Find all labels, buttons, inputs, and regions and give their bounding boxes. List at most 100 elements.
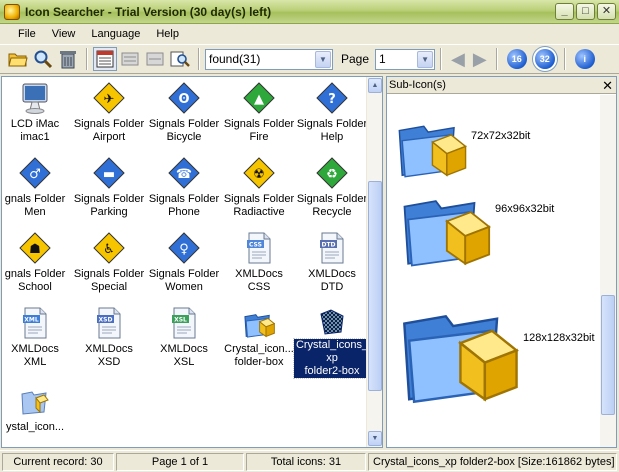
info-button[interactable]: i (574, 49, 595, 69)
sub-icon-label: 128x128x32bit (523, 332, 595, 344)
icon-label: Crystal_icon... folder-box (224, 343, 294, 368)
maximize-button[interactable]: □ (576, 3, 595, 20)
toolbar: found(31) ▼ Page 1 ▼ ◀ ▶ 16 32 i (0, 44, 619, 74)
menu-file[interactable]: File (10, 28, 44, 40)
icon-item[interactable]: ✈ Signals Folder Airport (72, 77, 146, 152)
status-bar: Current record: 30 Page 1 of 1 Total ico… (0, 450, 619, 472)
road-sign-icon: ✈ (92, 81, 126, 115)
svg-text:▬: ▬ (103, 167, 115, 182)
svg-text:♿: ♿ (103, 242, 115, 257)
minimize-button[interactable]: _ (555, 3, 574, 20)
icon-item[interactable]: Crystal_icons_ xp folder2-box (292, 302, 372, 379)
page-select[interactable]: 1 ▼ (375, 48, 436, 70)
list-view-icon (121, 52, 139, 66)
details-view-button[interactable] (143, 47, 167, 71)
sub-icon-scrollbar[interactable] (600, 95, 616, 447)
chevron-down-icon[interactable]: ▼ (315, 50, 331, 68)
grid-view-icon (96, 50, 114, 68)
chevron-down-icon[interactable]: ▼ (417, 50, 434, 68)
icon-label: Signals Folder Fire (223, 118, 295, 143)
icon-item[interactable]: ▬ Signals Folder Parking (72, 152, 146, 227)
sub-icon-96[interactable]: 96x96x32bit (399, 179, 554, 271)
icon-grid-panel[interactable]: LCD iMac imac1 ✈ Signals Folder Airport ʘ Sign… (1, 76, 383, 448)
svg-text:CSS: CSS (249, 242, 262, 249)
close-icon[interactable]: ✕ (602, 79, 613, 92)
icon-item[interactable]: CSS XMLDocs CSS (222, 227, 296, 302)
app-icon (4, 3, 20, 20)
svg-text:ʘ: ʘ (178, 92, 189, 107)
grid-view-button[interactable] (93, 47, 117, 71)
document-icon: CSS (242, 231, 276, 265)
icon-item[interactable]: ʘ Signals Folder Bicycle (147, 77, 221, 152)
status-page-of: Page 1 of 1 (116, 452, 244, 471)
svg-text:♂: ♂ (29, 167, 41, 182)
icon-label: XMLDocs DTD (308, 268, 356, 293)
open-folder-icon (8, 53, 28, 67)
sub-icon-128[interactable]: 128x128x32bit (397, 287, 595, 409)
menu-help[interactable]: Help (148, 28, 187, 40)
icon-item[interactable]: ☎ Signals Folder Phone (147, 152, 221, 227)
icon-label: gnals Folder School (4, 268, 66, 293)
svg-text:?: ? (328, 92, 336, 107)
icon-item[interactable]: ♀ Signals Folder Women (147, 227, 221, 302)
icon-item[interactable]: ▲ Signals Folder Fire (222, 77, 296, 152)
icon-item[interactable]: DTD XMLDocs DTD (295, 227, 369, 302)
icon-item[interactable]: ☗ gnals Folder School (2, 227, 72, 302)
scroll-thumb[interactable] (368, 181, 382, 391)
status-current-record: Current record: 30 (2, 452, 114, 471)
previous-page-arrow-icon[interactable]: ◀ (451, 49, 465, 69)
delete-button[interactable] (56, 47, 80, 71)
folder-box-icon (398, 125, 467, 178)
preview-button[interactable] (168, 47, 192, 71)
list-view-button[interactable] (118, 47, 142, 71)
monitor-icon (18, 81, 52, 115)
icon-item[interactable]: ♻ Signals Folder Recycle (295, 152, 369, 227)
open-folder-button[interactable] (6, 47, 30, 71)
icon-item[interactable]: LCD iMac imac1 (2, 77, 72, 152)
scroll-down-icon[interactable]: ▼ (368, 431, 382, 446)
search-icon (34, 50, 53, 69)
icon-item[interactable]: ♂ gnals Folder Men (2, 152, 72, 227)
road-sign-icon: ♿ (92, 231, 126, 265)
icon-label: ystal_icon... (5, 421, 65, 433)
svg-text:✈: ✈ (104, 92, 115, 107)
folder-box-icon (18, 384, 52, 418)
road-sign-icon: ? (315, 81, 349, 115)
icon-grid-scrollbar[interactable]: ▲ ▼ (366, 77, 382, 447)
icon-item[interactable]: XSL XMLDocs XSL (147, 302, 221, 377)
size-16-button[interactable]: 16 (506, 49, 527, 69)
scroll-up-icon[interactable]: ▲ (368, 78, 382, 93)
document-icon: XSD (92, 306, 126, 340)
next-page-arrow-icon[interactable]: ▶ (473, 49, 487, 69)
icon-item[interactable]: ☢ Signals Folder Radiactive (222, 152, 296, 227)
svg-text:XSD: XSD (99, 317, 113, 324)
title-bar[interactable]: Icon Searcher - Trial Version (30 day(s)… (0, 0, 619, 24)
size-32-button[interactable]: 32 (534, 49, 555, 69)
icon-item[interactable]: ystal_icon... (2, 380, 72, 447)
search-button[interactable] (31, 47, 55, 71)
road-sign-icon: ☎ (167, 156, 201, 190)
road-sign-icon: ☗ (18, 231, 52, 265)
icon-item[interactable]: ? Signals Folder Help (295, 77, 369, 152)
folder-box-icon (242, 306, 276, 340)
sub-icon-panel: Sub-Icon(s) ✕ 72x72x32bit 96x96x32bit 12… (386, 76, 617, 448)
menu-view[interactable]: View (44, 28, 84, 40)
toolbar-separator (563, 48, 566, 70)
menu-language[interactable]: Language (83, 28, 148, 40)
search-results-combo[interactable]: found(31) ▼ (205, 48, 333, 70)
svg-text:☗: ☗ (29, 242, 41, 257)
search-results-value: found(31) (209, 52, 261, 66)
icon-item[interactable]: ♿ Signals Folder Special (72, 227, 146, 302)
svg-text:☢: ☢ (253, 167, 265, 182)
icon-item[interactable]: XSD XMLDocs XSD (72, 302, 146, 377)
toolbar-separator (198, 48, 200, 70)
scroll-thumb[interactable] (601, 295, 615, 415)
icon-label: Signals Folder Women (148, 268, 220, 293)
icon-label: Signals Folder Special (73, 268, 145, 293)
icon-label: Signals Folder Parking (73, 193, 145, 218)
road-sign-icon: ♻ (315, 156, 349, 190)
icon-item[interactable]: XML XMLDocs XML (2, 302, 72, 377)
close-button[interactable]: ✕ (597, 3, 616, 20)
icon-item[interactable]: Crystal_icon... folder-box (222, 302, 296, 377)
sub-icon-72[interactable]: 72x72x32bit (395, 109, 530, 181)
